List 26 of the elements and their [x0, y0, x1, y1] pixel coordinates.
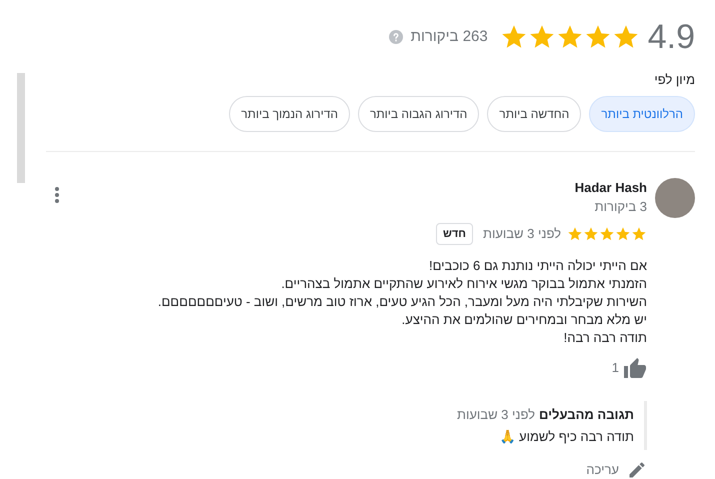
scrollbar[interactable]	[17, 73, 25, 183]
review-count: 263 ביקורות	[410, 26, 488, 47]
thumbs-up-icon[interactable]	[623, 357, 647, 379]
review-text: הזמנתי אתמול בבוקר מגשי אירוח לאירוע שהתקיים אתמול בצהריים.	[280, 275, 647, 293]
sort-chip[interactable]: החדשה ביותר	[487, 96, 582, 132]
sort-chip[interactable]: הדירוג הנמוך ביותר	[229, 96, 350, 132]
avatar	[655, 178, 695, 218]
like-count: 1	[612, 359, 619, 378]
sort-label: מיון לפי	[653, 71, 695, 89]
reply-time: לפני 3 שבועות	[456, 406, 536, 424]
reviewer-name[interactable]: Hadar Hash	[574, 178, 647, 197]
review-text: השירות שקיבלתי היה מעל ומעבר, הכל הגיע טעים, ארוז טוב מרשים, ושוב - טעיםםםםםםם.	[156, 293, 647, 311]
edit-button[interactable]: עריכה	[586, 460, 647, 479]
new-badge: חדש	[436, 222, 473, 245]
sort-chip[interactable]: הדירוג הגבוה ביותר	[358, 96, 480, 132]
reviewer-review-count: 3 ביקורות	[594, 198, 647, 216]
average-rating: 4.9	[648, 20, 695, 54]
review-text: תודה רבה רבה!	[562, 329, 647, 347]
pencil-icon	[627, 460, 647, 479]
review-text: אם הייתי יכולה הייתי נותנת גם 6 כוכבים!	[428, 257, 647, 275]
sort-chip[interactable]: הרלוונטית ביותר	[589, 96, 695, 132]
review-text: יש מלא מבחר ובמחירים שהולמים את ההיצע.	[400, 311, 647, 329]
owner-reply-title: תגובה מהבעלים	[539, 406, 634, 424]
more-options-icon[interactable]	[54, 186, 60, 204]
owner-reply-text: תודה רבה כיף לשמוע 🙏	[498, 428, 634, 446]
review-time: לפני 3 שבועות	[482, 225, 561, 243]
